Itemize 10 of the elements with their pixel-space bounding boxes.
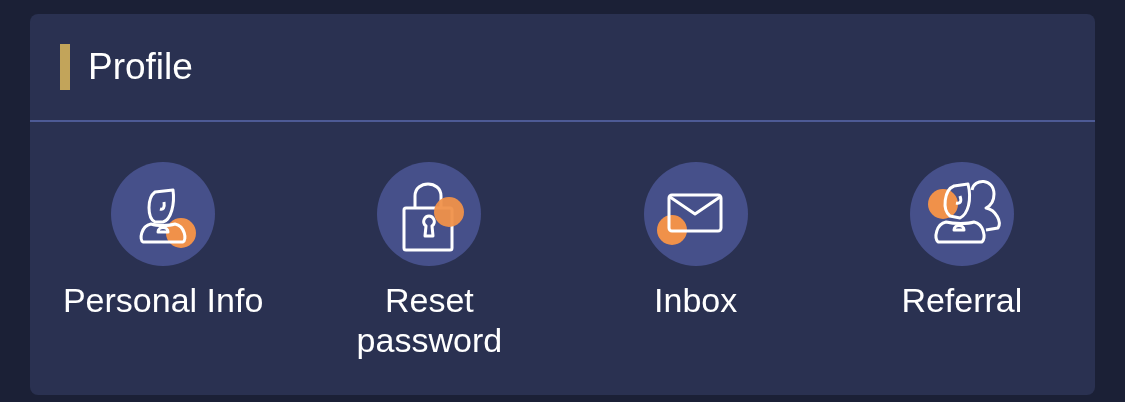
padlock-icon [377,162,482,266]
menu-item[interactable]: Referral [828,162,1095,360]
menu-item[interactable]: Personal Info [30,162,297,360]
envelope-icon [643,162,748,266]
section-title: Profile [88,46,193,88]
person-icon [111,162,216,266]
people-icon [909,162,1014,266]
menu-item[interactable]: Inbox [562,162,829,360]
menu-item[interactable]: Reset password [296,162,563,360]
accent-bar [60,44,70,90]
